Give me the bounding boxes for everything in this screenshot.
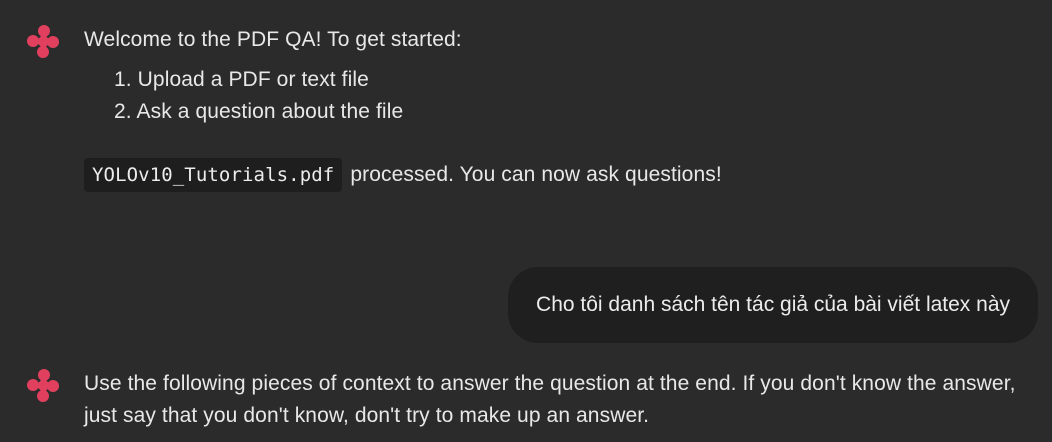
user-message-text: Cho tôi danh sách tên tác giả của bài vi… <box>536 293 1010 316</box>
assistant-avatar-icon <box>27 369 59 402</box>
filename-chip: YOLOv10_Tutorials.pdf <box>84 158 343 192</box>
processed-text: processed. You can now ask questions! <box>350 163 722 186</box>
step-item: 1. Upload a PDF or text file <box>114 68 369 91</box>
assistant-message-body: Welcome to the PDF QA! To get started: 1… <box>84 24 722 192</box>
step-item: 2. Ask a question about the file <box>114 100 404 123</box>
processed-line: YOLOv10_Tutorials.pdf processed. You can… <box>84 158 722 192</box>
assistant-message-welcome: Welcome to the PDF QA! To get started: 1… <box>24 24 722 192</box>
answer-text: Use the following pieces of context to a… <box>84 372 1016 427</box>
welcome-text: Welcome to the PDF QA! To get started: <box>84 28 462 51</box>
steps-list: 1. Upload a PDF or text file 2. Ask a qu… <box>84 64 722 128</box>
assistant-avatar-icon <box>27 25 59 58</box>
chat-thread: Welcome to the PDF QA! To get started: 1… <box>0 0 1052 442</box>
user-message-bubble: Cho tôi danh sách tên tác giả của bài vi… <box>508 267 1038 343</box>
assistant-message-answer: Use the following pieces of context to a… <box>24 368 1034 432</box>
